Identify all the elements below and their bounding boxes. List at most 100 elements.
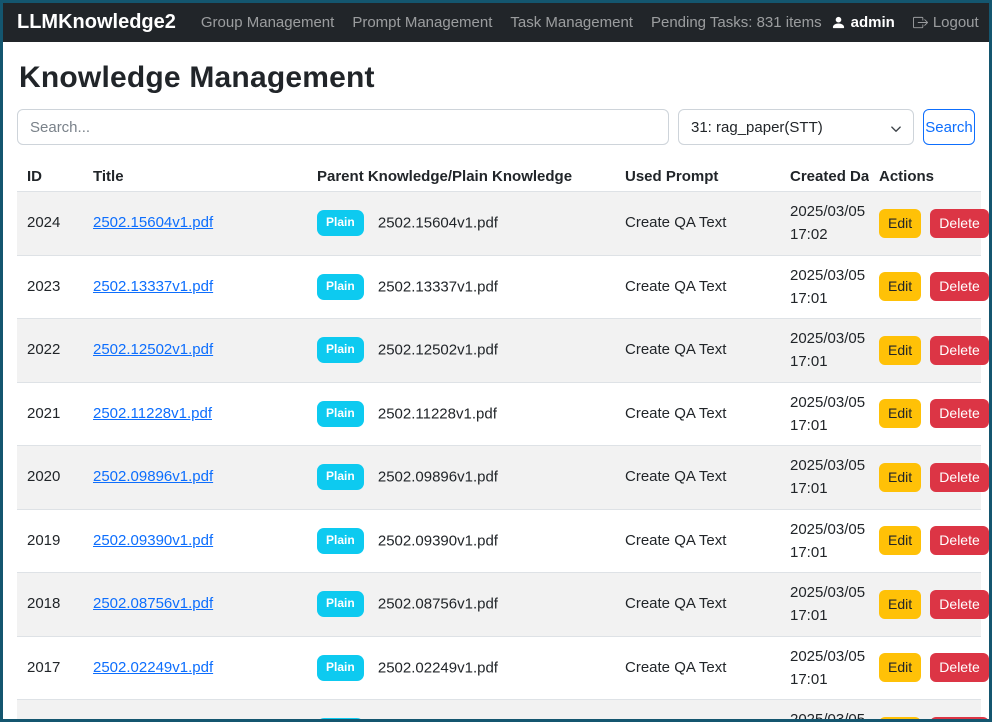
chevron-down-icon: [890, 122, 902, 140]
page-title: Knowledge Management: [19, 61, 975, 95]
edit-button[interactable]: Edit: [879, 526, 921, 555]
row-id: 2023: [17, 255, 83, 319]
parent-knowledge-name: 2502.09390v1.pdf: [378, 532, 498, 549]
plain-badge: Plain: [317, 274, 364, 300]
logout-label: Logout: [933, 14, 979, 31]
knowledge-title-link[interactable]: 2502.09390v1.pdf: [93, 532, 213, 549]
delete-button[interactable]: Delete: [930, 717, 988, 722]
table-row: 2016 2502.01059v1.pdf Plain 2502.01059v1…: [17, 700, 981, 722]
knowledge-table: ID Title Parent Knowledge/Plain Knowledg…: [17, 162, 981, 722]
created-date: 2025/03/05 17:01: [780, 319, 869, 383]
delete-button[interactable]: Delete: [930, 209, 988, 238]
delete-button[interactable]: Delete: [930, 399, 988, 428]
parent-knowledge-name: 2502.12502v1.pdf: [378, 341, 498, 358]
table-row: 2024 2502.15604v1.pdf Plain 2502.15604v1…: [17, 192, 981, 256]
knowledge-title-link[interactable]: 2502.11228v1.pdf: [93, 405, 212, 422]
used-prompt: Create QA Text: [615, 446, 780, 510]
knowledge-title-link[interactable]: 2502.12502v1.pdf: [93, 341, 213, 358]
person-icon: [831, 15, 846, 30]
parent-knowledge-name: 2502.09896v1.pdf: [378, 468, 498, 485]
edit-button[interactable]: Edit: [879, 209, 921, 238]
plain-badge: Plain: [317, 337, 364, 363]
logout-button[interactable]: Logout: [913, 14, 979, 31]
plain-badge: Plain: [317, 655, 364, 681]
nav-right: admin Logout: [831, 14, 979, 31]
edit-button[interactable]: Edit: [879, 399, 921, 428]
created-date: 2025/03/05 17:02: [780, 192, 869, 256]
edit-button[interactable]: Edit: [879, 272, 921, 301]
search-button[interactable]: Search: [923, 109, 975, 145]
table-body: 2024 2502.15604v1.pdf Plain 2502.15604v1…: [17, 192, 981, 722]
delete-button[interactable]: Delete: [930, 526, 988, 555]
nav-item-task-management[interactable]: Task Management: [501, 14, 642, 31]
used-prompt: Create QA Text: [615, 700, 780, 722]
brand-logo[interactable]: LLMKnowledge2: [17, 11, 176, 34]
used-prompt: Create QA Text: [615, 573, 780, 637]
row-id: 2020: [17, 446, 83, 510]
edit-button[interactable]: Edit: [879, 717, 921, 722]
created-date: 2025/03/05 17:01: [780, 636, 869, 700]
created-date: 2025/03/05 17:01: [780, 382, 869, 446]
plain-badge: Plain: [317, 718, 364, 722]
row-id: 2017: [17, 636, 83, 700]
delete-button[interactable]: Delete: [930, 653, 988, 682]
row-id: 2022: [17, 319, 83, 383]
edit-button[interactable]: Edit: [879, 653, 921, 682]
search-input[interactable]: [17, 109, 669, 145]
edit-button[interactable]: Edit: [879, 590, 921, 619]
edit-button[interactable]: Edit: [879, 336, 921, 365]
table-header-row: ID Title Parent Knowledge/Plain Knowledg…: [17, 162, 981, 192]
created-date: 2025/03/05 17:01: [780, 509, 869, 573]
knowledge-title-link[interactable]: 2502.02249v1.pdf: [93, 659, 213, 676]
delete-button[interactable]: Delete: [930, 463, 988, 492]
nav-item-pending-tasks[interactable]: Pending Tasks: 831 items: [642, 14, 831, 31]
nav-item-group-management[interactable]: Group Management: [192, 14, 343, 31]
navbar: LLMKnowledge2 Group Management Prompt Ma…: [3, 3, 989, 42]
knowledge-title-link[interactable]: 2502.09896v1.pdf: [93, 468, 213, 485]
created-date: 2025/03/05 17:01: [780, 700, 869, 722]
knowledge-title-link[interactable]: 2502.15604v1.pdf: [93, 214, 213, 231]
table-row: 2017 2502.02249v1.pdf Plain 2502.02249v1…: [17, 636, 981, 700]
app-window: LLMKnowledge2 Group Management Prompt Ma…: [0, 0, 992, 722]
plain-badge: Plain: [317, 528, 364, 554]
row-id: 2024: [17, 192, 83, 256]
column-header-created: Created Date: [780, 162, 869, 192]
edit-button[interactable]: Edit: [879, 463, 921, 492]
row-id: 2016: [17, 700, 83, 722]
used-prompt: Create QA Text: [615, 382, 780, 446]
group-select-value: 31: rag_paper(STT): [691, 119, 823, 136]
used-prompt: Create QA Text: [615, 636, 780, 700]
parent-knowledge-name: 2502.13337v1.pdf: [378, 278, 498, 295]
used-prompt: Create QA Text: [615, 319, 780, 383]
column-header-title: Title: [83, 162, 307, 192]
group-select[interactable]: 31: rag_paper(STT): [678, 109, 914, 145]
created-date: 2025/03/05 17:01: [780, 255, 869, 319]
column-header-id: ID: [17, 162, 83, 192]
column-header-actions: Actions: [869, 162, 981, 192]
plain-badge: Plain: [317, 591, 364, 617]
row-id: 2018: [17, 573, 83, 637]
username-label: admin: [851, 14, 895, 31]
plain-badge: Plain: [317, 464, 364, 490]
plain-badge: Plain: [317, 401, 364, 427]
column-header-parent: Parent Knowledge/Plain Knowledge: [307, 162, 615, 192]
delete-button[interactable]: Delete: [930, 336, 988, 365]
nav-item-prompt-management[interactable]: Prompt Management: [343, 14, 501, 31]
delete-button[interactable]: Delete: [930, 590, 988, 619]
knowledge-title-link[interactable]: 2502.13337v1.pdf: [93, 278, 213, 295]
parent-knowledge-name: 2502.11228v1.pdf: [378, 405, 497, 422]
parent-knowledge-name: 2502.08756v1.pdf: [378, 595, 498, 612]
row-id: 2021: [17, 382, 83, 446]
used-prompt: Create QA Text: [615, 509, 780, 573]
used-prompt: Create QA Text: [615, 255, 780, 319]
plain-badge: Plain: [317, 210, 364, 236]
user-menu: admin: [831, 14, 895, 31]
search-bar: 31: rag_paper(STT) Search: [17, 109, 975, 145]
table-row: 2023 2502.13337v1.pdf Plain 2502.13337v1…: [17, 255, 981, 319]
table-row: 2022 2502.12502v1.pdf Plain 2502.12502v1…: [17, 319, 981, 383]
table-row: 2019 2502.09390v1.pdf Plain 2502.09390v1…: [17, 509, 981, 573]
table-row: 2020 2502.09896v1.pdf Plain 2502.09896v1…: [17, 446, 981, 510]
knowledge-title-link[interactable]: 2502.08756v1.pdf: [93, 595, 213, 612]
column-header-prompt: Used Prompt: [615, 162, 780, 192]
delete-button[interactable]: Delete: [930, 272, 988, 301]
